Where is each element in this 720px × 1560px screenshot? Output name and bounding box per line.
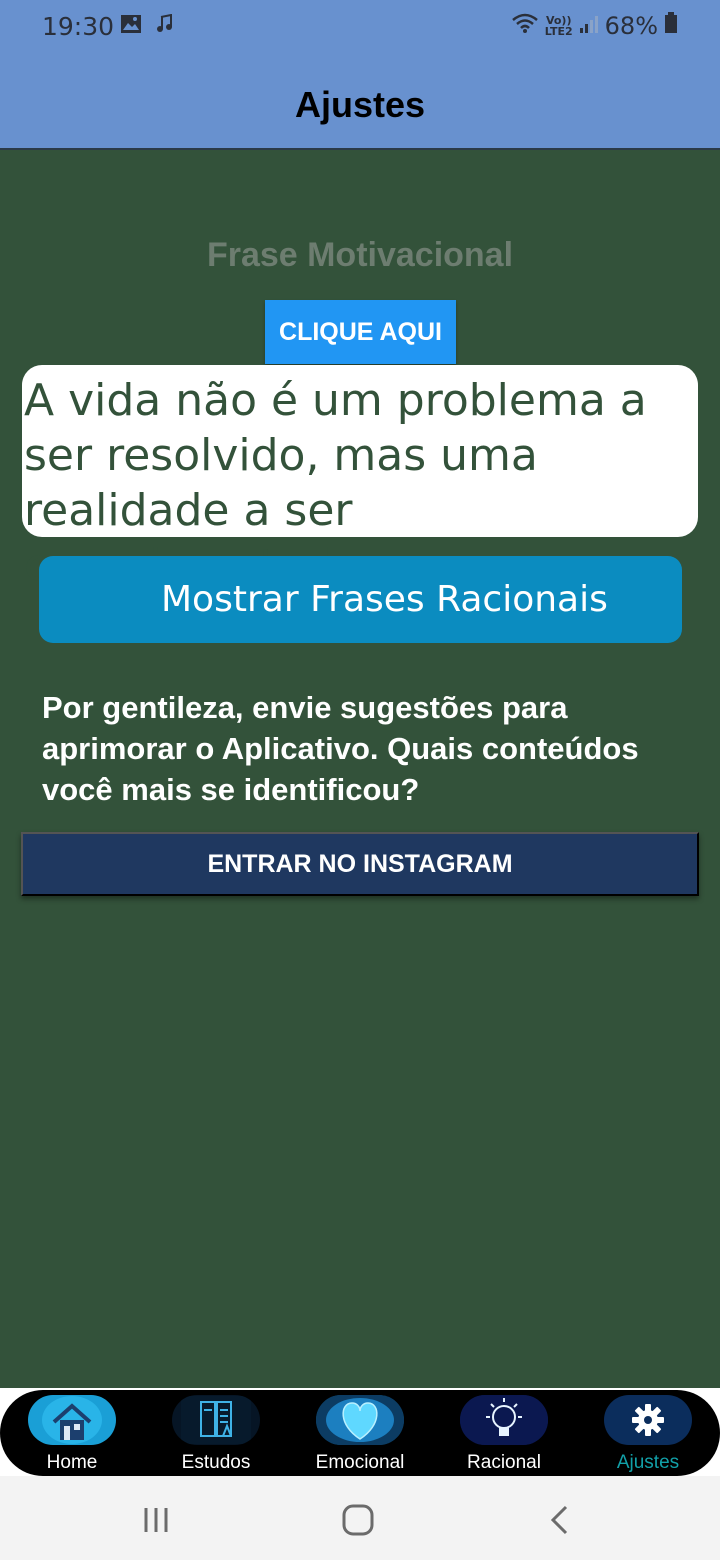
nav-label-estudos: Estudos (181, 1452, 251, 1473)
battery-percent: 68% (604, 12, 658, 40)
nav-item-racional[interactable]: Racional (432, 1390, 576, 1476)
enter-instagram-button[interactable]: ENTRAR NO INSTAGRAM (21, 832, 699, 896)
status-time: 19:30 (42, 12, 115, 41)
nav-label-ajustes: Ajustes (616, 1452, 680, 1473)
lightbulb-icon (460, 1395, 548, 1445)
back-icon[interactable] (548, 1504, 572, 1541)
book-icon (172, 1395, 260, 1445)
nav-item-home[interactable]: Home (0, 1390, 144, 1476)
battery-icon (664, 12, 678, 40)
house-icon (28, 1395, 116, 1445)
gallery-icon (120, 14, 142, 39)
nav-label-home: Home (46, 1452, 98, 1473)
home-icon[interactable] (342, 1504, 374, 1541)
nav-item-estudos[interactable]: Estudos (144, 1390, 288, 1476)
system-nav-bar (0, 1476, 720, 1560)
status-bar: 19:30 Vo)) LTE2 68% (0, 0, 720, 52)
heart-icon (316, 1395, 404, 1445)
status-right: Vo)) LTE2 68% (511, 12, 678, 40)
app-bar: Ajustes (0, 52, 720, 150)
gear-icon (604, 1395, 692, 1445)
show-rational-phrases-button[interactable]: Mostrar Frases Racionais (39, 556, 682, 643)
show-rational-phrases-label: Mostrar Frases Racionais (161, 579, 608, 620)
page-title: Ajustes (294, 84, 426, 125)
nav-item-emocional[interactable]: Emocional (288, 1390, 432, 1476)
quote-card: A vida não é um problema a ser resolvido… (22, 365, 698, 591)
bottom-nav: Home Estudos Emocional Racional Ajustes (0, 1390, 720, 1476)
click-here-button[interactable]: CLIQUE AQUI (265, 300, 456, 364)
signal-icon (579, 12, 599, 40)
nav-label-racional: Racional (467, 1452, 541, 1473)
suggestion-text: Por gentileza, envie sugestões para apri… (42, 690, 639, 807)
recent-apps-icon[interactable] (142, 1506, 170, 1539)
network-type: Vo)) LTE2 (544, 14, 573, 38)
music-note-icon (156, 13, 174, 39)
nav-label-emocional: Emocional (315, 1452, 405, 1473)
nav-item-ajustes[interactable]: Ajustes (576, 1390, 720, 1476)
section-title: Frase Motivacional (206, 236, 514, 274)
wifi-icon (511, 12, 539, 40)
network-label: LTE2 (544, 25, 573, 38)
